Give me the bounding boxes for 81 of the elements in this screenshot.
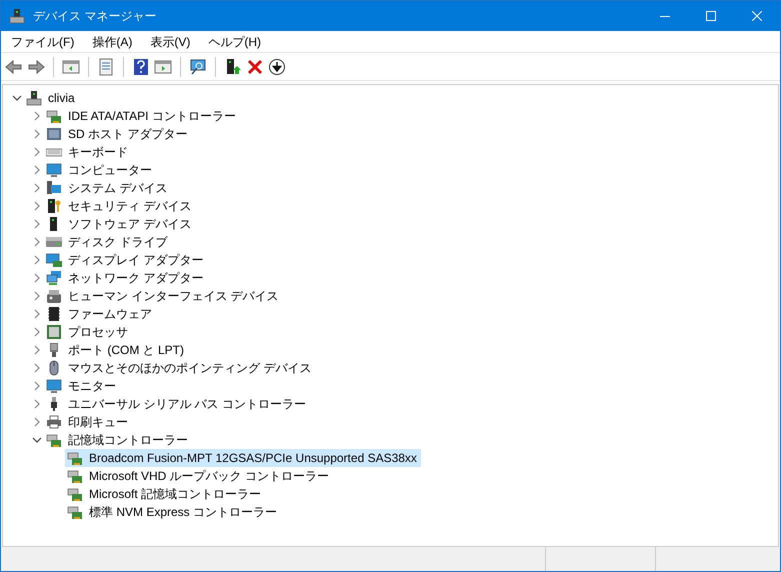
- controller-card-icon: [46, 108, 62, 124]
- menu-item[interactable]: 表示(V): [144, 32, 196, 50]
- chevron-right-icon[interactable]: [32, 201, 42, 211]
- tree-item[interactable]: Microsoft 記憶域コントローラー: [65, 485, 266, 503]
- tree-item[interactable]: Microsoft VHD ループバック コントローラー: [65, 467, 334, 485]
- tree-item[interactable]: 印刷キュー: [68, 413, 128, 431]
- storage-controller-icon: [67, 504, 83, 520]
- back-arrow-icon[interactable]: [5, 58, 23, 76]
- menu-item[interactable]: ファイル(F): [5, 32, 80, 50]
- tree-item[interactable]: 記憶域コントローラー: [68, 431, 188, 449]
- tree-item[interactable]: ソフトウェア デバイス: [68, 215, 192, 233]
- chevron-down-icon[interactable]: [32, 435, 42, 445]
- computer-icon: [26, 90, 42, 106]
- disk-drive-icon: [46, 234, 62, 250]
- monitor-icon: [46, 378, 62, 394]
- chevron-right-icon[interactable]: [32, 417, 42, 427]
- tree-item[interactable]: モニター: [68, 377, 116, 395]
- window-panel-icon[interactable]: [154, 58, 172, 76]
- chevron-right-icon[interactable]: [32, 327, 42, 337]
- chip-icon: [46, 306, 62, 322]
- chevron-down-icon[interactable]: [12, 93, 22, 103]
- chevron-right-icon[interactable]: [32, 183, 42, 193]
- tree-item[interactable]: キーボード: [68, 143, 128, 161]
- tree-item[interactable]: ユニバーサル シリアル バス コントローラー: [68, 395, 306, 413]
- scan-monitor-icon[interactable]: [189, 58, 207, 76]
- chevron-right-icon[interactable]: [32, 129, 42, 139]
- chevron-right-icon[interactable]: [32, 147, 42, 157]
- maximize-icon: [706, 11, 716, 21]
- chevron-right-icon[interactable]: [32, 363, 42, 373]
- chevron-right-icon[interactable]: [32, 165, 42, 175]
- storage-controller-icon: [67, 486, 83, 502]
- gamepad-icon: [46, 288, 62, 304]
- tree-item[interactable]: 標準 NVM Express コントローラー: [65, 503, 282, 521]
- computer-monitor-icon: [46, 162, 62, 178]
- tree-item[interactable]: IDE ATA/ATAPI コントローラー: [68, 107, 236, 125]
- update-driver-icon[interactable]: [224, 58, 242, 76]
- chevron-right-icon[interactable]: [32, 309, 42, 319]
- tree-item[interactable]: SD ホスト アダプター: [68, 125, 188, 143]
- tree-item[interactable]: システム デバイス: [68, 179, 168, 197]
- processor-icon: [46, 324, 62, 340]
- chevron-right-icon[interactable]: [32, 291, 42, 301]
- tree-item[interactable]: セキュリティ デバイス: [68, 197, 192, 215]
- tree-item[interactable]: ヒューマン インターフェイス デバイス: [68, 287, 279, 305]
- app-icon: [9, 8, 25, 24]
- window-title: デバイス マネージャー: [33, 8, 156, 25]
- chevron-right-icon[interactable]: [32, 255, 42, 265]
- system-devices-icon: [46, 180, 62, 196]
- tree-item[interactable]: ファームウェア: [68, 305, 152, 323]
- tree-item[interactable]: マウスとそのほかのポインティング デバイス: [68, 359, 312, 377]
- network-icon: [46, 270, 62, 286]
- chevron-right-icon[interactable]: [32, 381, 42, 391]
- download-icon[interactable]: [268, 58, 286, 76]
- tree-item[interactable]: Broadcom Fusion-MPT 12GSAS/PCIe Unsupported SAS38xx: [65, 449, 421, 467]
- storage-controller-icon: [67, 450, 83, 466]
- help-icon[interactable]: [132, 58, 150, 76]
- properties-icon[interactable]: [97, 58, 115, 76]
- tree-item[interactable]: ネットワーク アダプター: [68, 269, 204, 287]
- tree-item[interactable]: clivia: [48, 89, 75, 107]
- window-panel-icon[interactable]: [62, 58, 80, 76]
- menu-item[interactable]: 操作(A): [86, 32, 138, 50]
- chevron-right-icon[interactable]: [32, 345, 42, 355]
- delete-icon[interactable]: [246, 58, 264, 76]
- storage-controller-icon: [67, 468, 83, 484]
- chevron-right-icon[interactable]: [32, 237, 42, 247]
- tree-item[interactable]: ディスク ドライブ: [68, 233, 168, 251]
- forward-arrow-icon[interactable]: [27, 58, 45, 76]
- printer-icon: [46, 414, 62, 430]
- chevron-right-icon[interactable]: [32, 273, 42, 283]
- card-reader-icon: [46, 126, 62, 142]
- tree-item[interactable]: ポート (COM と LPT): [68, 341, 184, 359]
- close-icon: [752, 11, 762, 21]
- chevron-right-icon[interactable]: [32, 399, 42, 409]
- tree-item[interactable]: ディスプレイ アダプター: [68, 251, 204, 269]
- key-tower-icon: [46, 198, 62, 214]
- display-adapter-icon: [46, 252, 62, 268]
- storage-controller-icon: [46, 432, 62, 448]
- chevron-right-icon[interactable]: [32, 111, 42, 121]
- menu-item[interactable]: ヘルプ(H): [202, 32, 267, 50]
- tree-item[interactable]: プロセッサ: [68, 323, 128, 341]
- chevron-right-icon[interactable]: [32, 219, 42, 229]
- tree-item[interactable]: コンピューター: [68, 161, 152, 179]
